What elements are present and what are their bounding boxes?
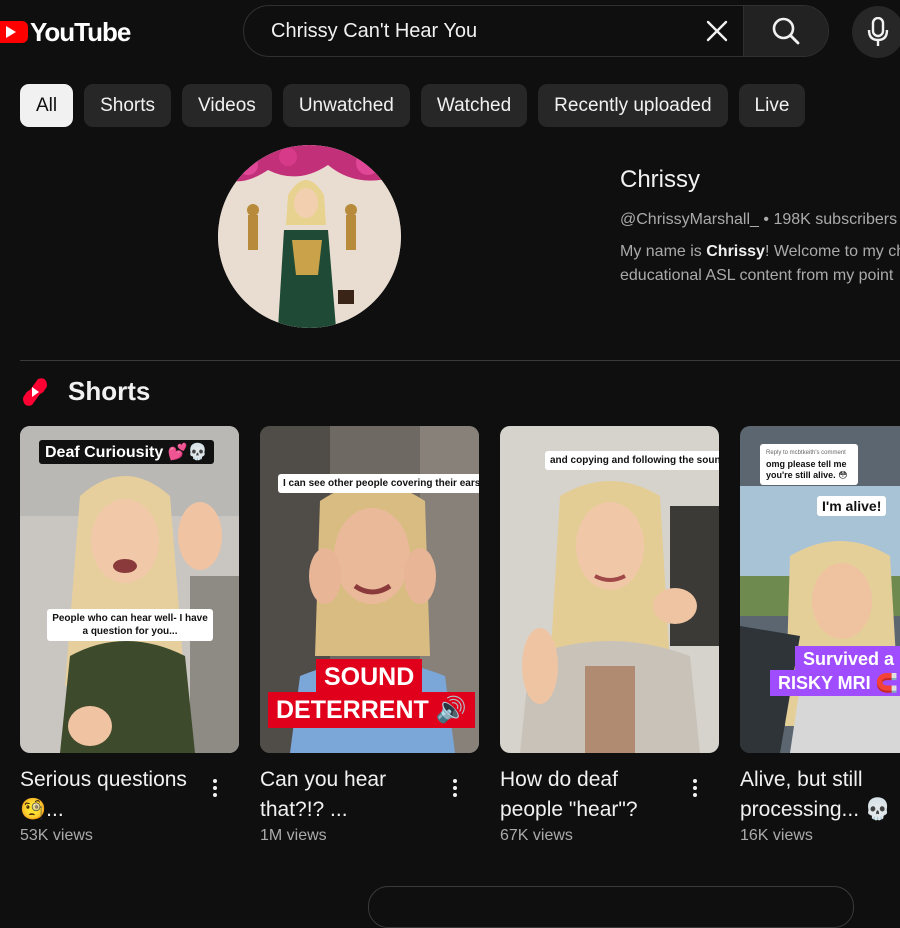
clear-search-button[interactable] xyxy=(691,5,743,57)
channel-name[interactable]: Chrissy xyxy=(620,166,700,194)
caption-top: I can see other people covering their ea… xyxy=(278,474,479,493)
kebab-dot xyxy=(693,779,697,783)
short-thumbnail[interactable]: Reply to mcbtkeith's comment omg please … xyxy=(740,426,900,753)
short-views: 16K views xyxy=(740,827,813,844)
caption-big-line1: SOUND xyxy=(316,659,423,695)
reply-label: Reply to mcbtkeith's comment xyxy=(766,450,846,456)
close-icon xyxy=(706,20,728,42)
avatar-image xyxy=(218,145,401,328)
thumbnail-image xyxy=(500,426,719,753)
desc-bold-name: Chrissy xyxy=(706,243,765,260)
kebab-dot xyxy=(213,779,217,783)
short-views: 53K views xyxy=(20,827,93,844)
chip-all[interactable]: All xyxy=(20,84,74,127)
caption-alive: I'm alive! xyxy=(817,496,887,516)
caption-big-line2: RISKY MRI 🧲 xyxy=(770,670,900,696)
caption-top: and copying and following the sound with xyxy=(545,451,719,470)
search-bar xyxy=(243,5,829,57)
bottom-action-pill[interactable] xyxy=(368,886,854,928)
channel-avatar[interactable] xyxy=(218,145,401,328)
channel-handle: @ChrissyMarshall_ xyxy=(620,211,759,228)
short-card[interactable]: I can see other people covering their ea… xyxy=(260,426,479,845)
shorts-header: Shorts xyxy=(22,376,150,407)
kebab-dot xyxy=(453,786,457,790)
short-title[interactable]: Alive, but still processing... 💀 xyxy=(740,765,900,825)
more-options-button[interactable] xyxy=(453,776,459,800)
reply-bubble: Reply to mcbtkeith's comment omg please … xyxy=(760,444,858,485)
short-thumbnail[interactable]: and copying and following the sound with xyxy=(500,426,719,753)
channel-meta: @ChrissyMarshall_ • 198K subscribers xyxy=(620,211,897,229)
kebab-dot xyxy=(693,786,697,790)
channel-description: My name is Chrissy! Welcome to my ch edu… xyxy=(620,240,900,288)
short-title[interactable]: Serious questions 🧐... xyxy=(20,765,200,825)
short-card[interactable]: Reply to mcbtkeith's comment omg please … xyxy=(740,426,900,845)
meta-separator: • xyxy=(763,211,769,228)
kebab-dot xyxy=(693,793,697,797)
filter-chips: All Shorts Videos Unwatched Watched Rece… xyxy=(20,84,806,127)
youtube-play-icon xyxy=(0,21,28,43)
short-title[interactable]: Can you hear that?!? ... xyxy=(260,765,440,825)
subscriber-count: 198K subscribers xyxy=(773,211,898,228)
caption-big-line1: Survived a xyxy=(795,646,900,672)
search-button[interactable] xyxy=(743,6,828,56)
kebab-dot xyxy=(453,779,457,783)
caption-top: Deaf Curiousity 💕💀 xyxy=(39,440,214,464)
short-card[interactable]: Deaf Curiousity 💕💀 People who can hear w… xyxy=(20,426,239,845)
kebab-dot xyxy=(453,793,457,797)
desc-part-2: ! Welcome to my ch xyxy=(764,243,900,260)
more-options-button[interactable] xyxy=(213,776,219,800)
short-views: 1M views xyxy=(260,827,327,844)
kebab-dot xyxy=(213,793,217,797)
mic-icon xyxy=(867,17,889,46)
logo-text: YouTube xyxy=(30,16,131,47)
chip-unwatched[interactable]: Unwatched xyxy=(282,84,410,127)
chip-recently-uploaded[interactable]: Recently uploaded xyxy=(538,84,728,127)
desc-part-1: My name is xyxy=(620,243,707,260)
section-divider xyxy=(20,360,900,361)
short-views: 67K views xyxy=(500,827,573,844)
chip-shorts[interactable]: Shorts xyxy=(84,84,172,127)
caption-mid: People who can hear well- I have a quest… xyxy=(47,609,213,641)
search-input[interactable] xyxy=(244,5,691,57)
short-thumbnail[interactable]: Deaf Curiousity 💕💀 People who can hear w… xyxy=(20,426,239,753)
youtube-logo[interactable]: YouTube xyxy=(0,14,131,50)
desc-line-2: educational ASL content from my point xyxy=(620,267,894,284)
shorts-section-title: Shorts xyxy=(68,376,151,406)
thumbnail-image xyxy=(20,426,239,753)
short-title[interactable]: How do deaf people "hear"? xyxy=(500,765,680,825)
voice-search-button[interactable] xyxy=(852,6,900,58)
more-options-button[interactable] xyxy=(693,776,699,800)
kebab-dot xyxy=(213,786,217,790)
caption-big-line2: DETERRENT 🔊 xyxy=(268,692,475,728)
search-icon xyxy=(772,17,800,45)
chip-videos[interactable]: Videos xyxy=(182,84,272,127)
chip-live[interactable]: Live xyxy=(738,84,806,127)
reply-text: omg please tell me you're still alive. 😳 xyxy=(766,459,848,480)
short-card[interactable]: and copying and following the sound with… xyxy=(500,426,719,845)
short-thumbnail[interactable]: I can see other people covering their ea… xyxy=(260,426,479,753)
chip-watched[interactable]: Watched xyxy=(420,84,528,127)
shorts-logo-icon xyxy=(23,377,47,406)
